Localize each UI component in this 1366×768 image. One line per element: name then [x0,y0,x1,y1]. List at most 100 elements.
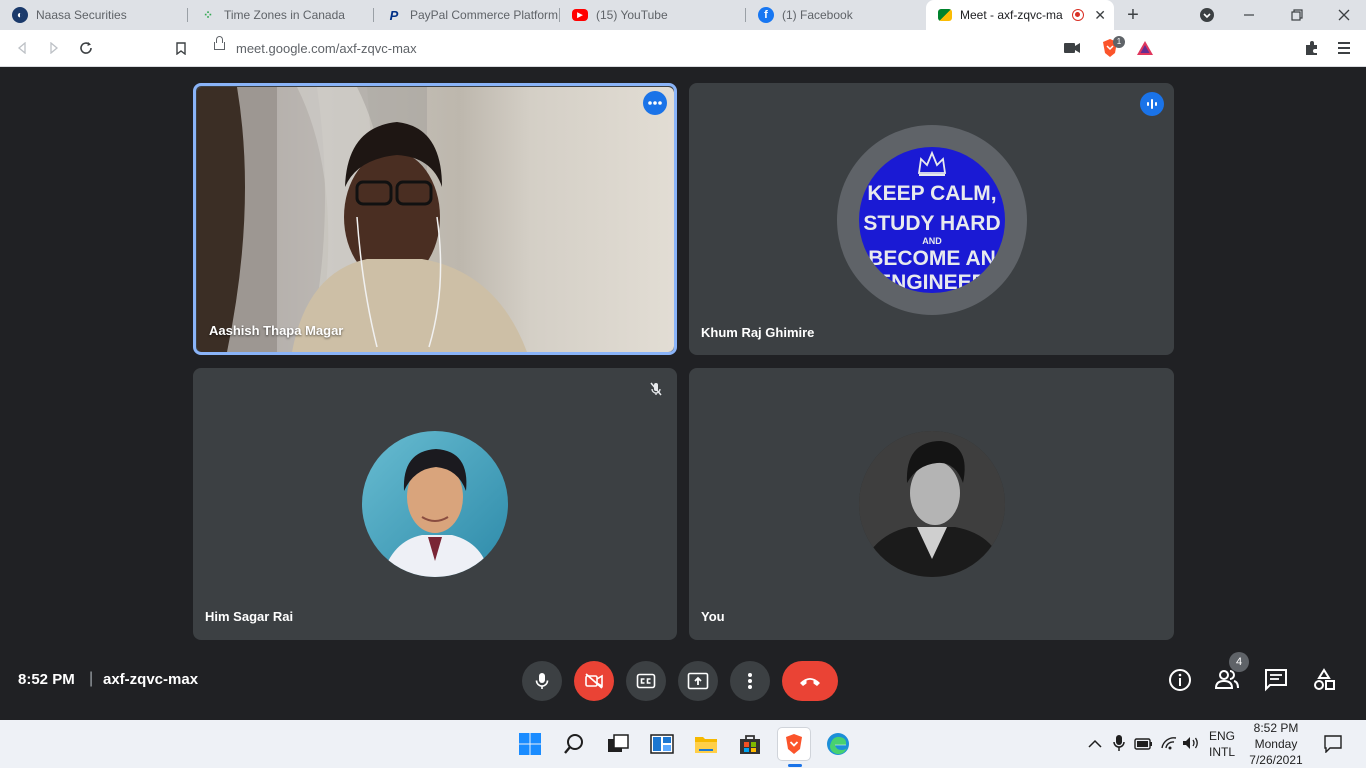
present-screen-button[interactable] [678,661,718,701]
avatar-portrait-illustration [859,431,1005,577]
brave-rewards-button[interactable] [1136,40,1154,61]
brave-rewards-triangle-icon [1137,41,1153,55]
notifications-button[interactable] [1324,735,1342,758]
microphone-icon [535,673,549,689]
camera-toggle-button[interactable] [574,661,614,701]
volume-icon[interactable] [1182,736,1200,755]
avatar [362,431,508,577]
participant-tile-khum-raj[interactable]: KEEP CALM, STUDY HARD AND BECOME AN ENGI… [689,83,1174,355]
minimize-window-button[interactable] [1238,4,1260,26]
show-hidden-icons-button[interactable] [1088,736,1102,754]
youtube-icon: ▶ [572,9,588,21]
leave-call-button[interactable] [782,661,838,701]
url-text: meet.google.com/axf-zqvc-max [236,40,417,56]
restore-window-button[interactable] [1286,4,1308,26]
closed-captions-icon [636,673,656,689]
captions-button[interactable] [626,661,666,701]
tab-paypal[interactable]: P PayPal Commerce Platform [374,0,560,30]
participant-tile-him-sagar[interactable]: Him Sagar Rai [193,368,677,640]
participant-name: Aashish Thapa Magar [209,323,344,338]
avatar: KEEP CALM, STUDY HARD AND BECOME AN ENGI… [859,147,1005,293]
more-horizontal-icon [648,101,662,105]
battery-icon[interactable] [1134,737,1154,755]
reload-icon [80,42,92,54]
input-language-indicator[interactable]: ENG INTL [1206,728,1238,760]
participant-count-badge: 4 [1229,652,1249,672]
crown-icon [917,150,947,176]
address-bar[interactable]: meet.google.com/axf-zqvc-max [200,34,1164,62]
widgets-button[interactable] [646,728,678,760]
tab-time-zones[interactable]: ⁘ Time Zones in Canada [188,0,374,30]
more-vertical-icon [748,673,752,689]
minimize-icon [1244,14,1254,16]
avatar-portrait-illustration [382,449,490,577]
new-tab-button[interactable]: + [1122,4,1144,26]
forward-button[interactable] [41,35,67,61]
microsoft-store-button[interactable] [734,728,766,760]
bookmark-icon [176,41,186,55]
tab-google-meet[interactable]: Meet - axf-zqvc-ma ✕ [926,0,1114,30]
naasa-icon: ◐ [12,7,28,23]
tab-naasa-securities[interactable]: ◐ Naasa Securities [0,0,188,30]
mic-off-icon [650,382,662,396]
participant-tile-self[interactable]: You [689,368,1174,640]
avatar [859,431,1005,577]
taskbar-search-button[interactable] [558,728,590,760]
meeting-details-button[interactable] [1168,668,1192,697]
brave-lion-icon [786,734,802,754]
google-sheets-dots-icon: ⁘ [202,8,214,22]
activities-button[interactable] [1312,668,1336,697]
close-tab-icon[interactable]: ✕ [1094,7,1106,23]
browser-toolbar: meet.google.com/axf-zqvc-max 1 [0,30,1366,67]
close-window-button[interactable] [1333,4,1355,26]
meeting-clock: 8:52 PM [18,671,75,688]
tab-youtube[interactable]: ▶ (15) YouTube [560,0,746,30]
more-options-button[interactable] [643,91,667,115]
more-options-menu-button[interactable] [730,661,770,701]
restore-icon [1291,9,1303,21]
muted-indicator [644,377,668,401]
participant-video [197,87,674,352]
active-app-indicator [788,764,802,767]
microphone-toggle-button[interactable] [522,661,562,701]
puzzle-piece-icon [1306,41,1317,55]
chevron-down-circle-icon [1200,8,1214,22]
notification-speech-bubble-icon [1324,735,1342,754]
camera-off-icon [585,673,603,689]
reload-button[interactable] [73,35,99,61]
browser-menu-button[interactable] [1338,41,1350,60]
browser-tab-strip: ◐ Naasa Securities ⁘ Time Zones in Canad… [0,0,1366,30]
file-explorer-button[interactable] [690,728,722,760]
hang-up-icon [800,678,820,686]
chat-button[interactable] [1264,668,1288,697]
wifi-icon[interactable] [1160,736,1178,755]
search-icon [564,734,583,754]
brave-taskbar-button[interactable] [778,728,810,760]
store-bag-icon [740,735,760,754]
bookmark-button[interactable] [168,35,194,61]
widgets-icon [650,734,674,754]
task-view-button[interactable] [602,728,634,760]
edge-taskbar-button[interactable] [822,728,854,760]
recording-indicator-icon [1072,9,1084,21]
windows-taskbar: ENG INTL 8:52 PM Monday 7/26/2021 [0,720,1366,768]
chat-icon [1265,669,1287,692]
participants-button[interactable]: 4 [1214,652,1249,695]
taskbar-clock[interactable]: 8:52 PM Monday 7/26/2021 [1244,720,1308,768]
camera-in-use-icon[interactable] [1064,43,1080,53]
tab-facebook[interactable]: f (1) Facebook [746,0,926,30]
present-screen-icon [687,672,709,690]
brave-shields-button[interactable]: 1 [1101,36,1125,58]
extensions-button[interactable] [1304,40,1320,61]
meeting-code: axf-zqvc-max [103,671,199,688]
lock-icon [214,36,225,50]
start-button[interactable] [514,728,546,760]
back-arrow-icon [17,42,26,54]
windows-logo-icon [519,733,541,755]
video-frame-illustration [197,87,527,352]
mic-tray-icon[interactable] [1113,734,1125,757]
close-icon [1338,9,1350,21]
shield-count-badge: 1 [1113,36,1125,48]
tab-search-button[interactable] [1196,4,1218,26]
back-button[interactable] [9,35,35,61]
